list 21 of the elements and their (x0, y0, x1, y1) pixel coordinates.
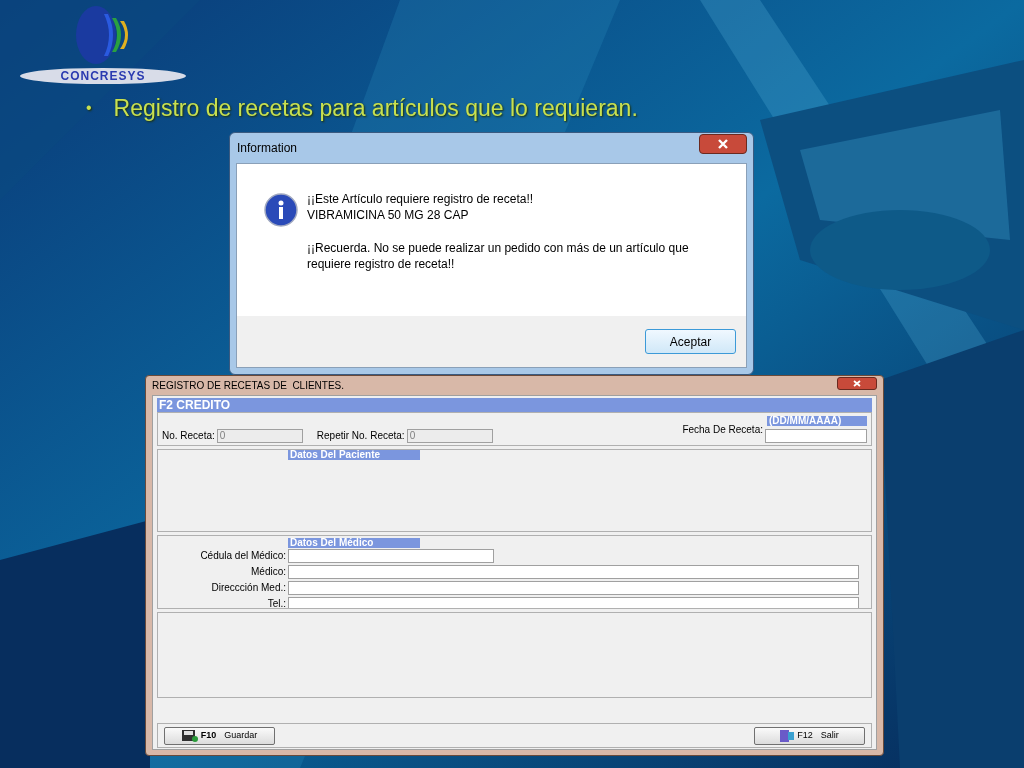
message-text: VIBRAMICINA 50 MG 28 CAP (307, 207, 470, 223)
form-header: F2 CREDITO (157, 398, 872, 412)
slide-title: Registro de recetas para artículos que lo requieran. (113, 94, 638, 123)
field-label: Médico: (250, 565, 286, 579)
field-label: Cédula del Médico: (199, 549, 286, 563)
field-label: Tel.: (266, 597, 286, 608)
exit-button[interactable]: F12 Salir (754, 726, 865, 745)
field-label: No. Receta: (162, 429, 215, 443)
message-text: ¡¡Recuerda. No se puede realizar un pedido con más de un artículo que requiere registro de receta!! (307, 240, 690, 272)
save-button[interactable]: F10 Guardar (164, 726, 275, 745)
section-title: Datos Del Médico (288, 538, 420, 548)
field-label: Direccción Med.: (210, 581, 286, 595)
accept-button[interactable]: Aceptar (645, 329, 736, 354)
field-label: Fecha De Receta: (682, 423, 763, 437)
window-title: REGISTRO DE RECETAS DE CLIENTES. (152, 379, 345, 393)
date-format-hint: (DD/MM/AAAA) (767, 416, 867, 426)
section-title: Datos Del Paciente (288, 450, 420, 460)
bullet-marker: • (86, 98, 92, 118)
window-title: Information (236, 140, 298, 157)
field-label: Repetir No. Receta: (316, 429, 405, 443)
message-text: ¡¡Este Artículo requiere registro de receta!! (307, 191, 535, 207)
